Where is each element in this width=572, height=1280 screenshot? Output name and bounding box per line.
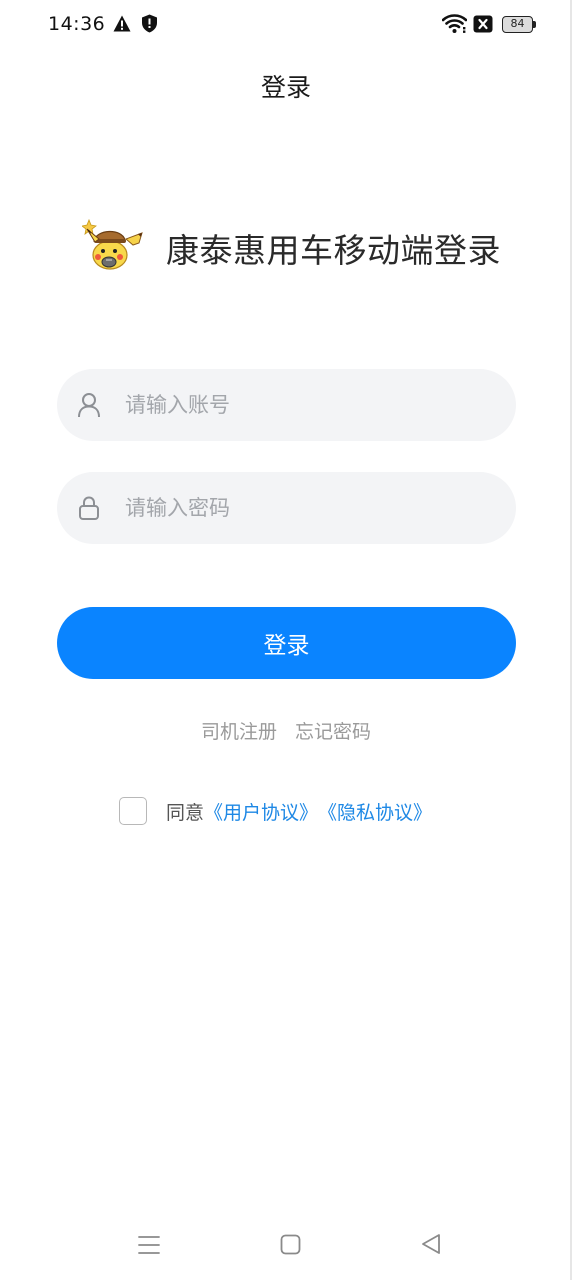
home-icon[interactable] <box>280 1234 301 1255</box>
password-input[interactable] <box>125 472 495 544</box>
battery-cap <box>533 21 536 28</box>
auth-links: 司机注册 忘记密码 <box>0 717 572 744</box>
sim-off-icon <box>473 15 493 33</box>
agreement-row: 同意 《用户协议》 《隐私协议》 <box>119 796 432 826</box>
driver-register-link[interactable]: 司机注册 <box>201 717 277 744</box>
lock-icon <box>79 496 99 520</box>
battery-icon: 84 <box>502 16 536 33</box>
account-field[interactable] <box>57 369 516 441</box>
warning-icon <box>113 15 131 32</box>
agreement-prefix: 同意 <box>166 801 205 824</box>
system-nav-bar <box>0 1220 572 1270</box>
back-icon[interactable] <box>421 1233 441 1255</box>
menu-icon[interactable] <box>138 1234 160 1256</box>
battery-level: 84 <box>510 17 525 30</box>
password-field[interactable] <box>57 472 516 544</box>
account-input[interactable] <box>125 369 495 441</box>
user-agreement-link[interactable]: 《用户协议》 <box>204 798 318 825</box>
agreement-checkbox[interactable] <box>119 797 147 825</box>
shield-icon <box>142 14 157 33</box>
privacy-policy-link[interactable]: 《隐私协议》 <box>318 798 432 825</box>
login-button[interactable]: 登录 <box>57 607 516 679</box>
status-time: 14:36 <box>48 13 106 35</box>
forgot-password-link[interactable]: 忘记密码 <box>295 717 371 744</box>
app-heading: 康泰惠用车移动端登录 <box>166 231 501 270</box>
status-bar: 14:36 84 <box>0 0 572 52</box>
pikachu-detective-logo <box>82 218 143 270</box>
user-icon <box>78 393 100 418</box>
wifi-icon <box>442 14 467 33</box>
page-title: 登录 <box>260 73 311 102</box>
